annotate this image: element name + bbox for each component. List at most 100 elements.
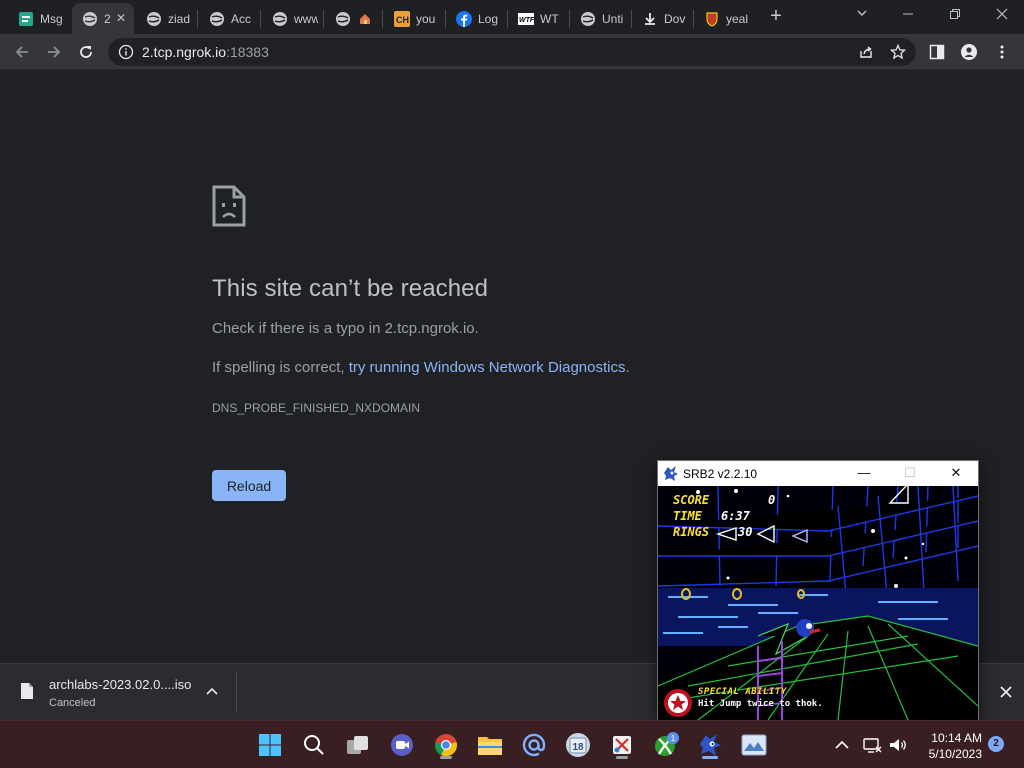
tab-you[interactable]: CH you <box>384 3 444 34</box>
task-view-icon <box>347 736 368 754</box>
folder-icon <box>478 737 502 755</box>
video-chat-icon <box>391 734 413 756</box>
restore-icon[interactable] <box>943 4 967 26</box>
windows-logo-icon <box>259 734 281 756</box>
taskbar-photos[interactable] <box>738 729 770 761</box>
error-message-typo: Check if there is a typo in 2.tcp.ngrok.… <box>212 320 479 337</box>
hud-time-label: TIME <box>673 509 702 523</box>
arrow-left-icon <box>15 46 28 58</box>
srb2-window-title: SRB2 v2.2.10 <box>683 467 758 481</box>
taskbar-calendar[interactable]: 18 <box>562 729 594 761</box>
wtf-icon: WTF <box>518 11 534 27</box>
taskbar-search[interactable] <box>298 729 330 761</box>
volume-icon[interactable] <box>888 735 908 755</box>
tab-acc[interactable]: Acc <box>199 3 259 34</box>
tab-divider <box>260 10 261 28</box>
close-window-icon[interactable] <box>990 4 1014 26</box>
game-viewport[interactable]: SCORE 0 TIME 6:37 RINGS 30 SPECIAL ABILI… <box>658 486 978 720</box>
globe-icon <box>580 11 596 27</box>
url-text[interactable]: 2.tcp.ngrok.io:18383 <box>142 44 269 60</box>
xbox-badge-count: 1 <box>671 734 676 743</box>
close-download-bar-icon[interactable] <box>998 684 1014 700</box>
srb2-maximize-icon[interactable]: ☐ <box>900 464 920 482</box>
hud-time-value: 6:37 <box>721 509 750 523</box>
tab-downloads[interactable]: Dov <box>632 3 692 34</box>
arrow-right-icon <box>48 46 61 58</box>
close-tab-icon[interactable]: ✕ <box>114 11 128 25</box>
reload-button[interactable]: Reload <box>212 470 286 501</box>
info-icon[interactable] <box>118 44 134 60</box>
xbox-icon: 1 <box>655 732 679 756</box>
tab-divider <box>382 10 383 28</box>
crest-icon <box>704 11 720 27</box>
taskbar-srb2[interactable] <box>694 729 726 761</box>
chevron-up-tray-icon[interactable] <box>832 735 852 755</box>
refresh-icon <box>80 46 92 58</box>
forward-button[interactable] <box>42 40 66 64</box>
tab-divider <box>197 10 198 28</box>
network-diagnostics-link[interactable]: try running Windows Network Diagnostics <box>349 359 626 376</box>
calendar-icon: 18 <box>566 733 590 757</box>
clock-date: 5/10/2023 <box>928 747 982 761</box>
tab-www[interactable]: www <box>262 3 322 34</box>
tab-home[interactable] <box>325 3 381 34</box>
new-tab-button[interactable]: + <box>766 6 786 27</box>
calendar-day-text: 18 <box>572 742 584 753</box>
tab-msg[interactable]: Msg <box>8 3 70 34</box>
task-view-button[interactable] <box>342 729 374 761</box>
chevron-up-icon[interactable] <box>204 684 220 700</box>
taskbar-snipping-tool[interactable] <box>606 729 638 761</box>
error-code: DNS_PROBE_FINISHED_NXDOMAIN <box>212 401 421 415</box>
snipping-tool-icon <box>613 736 631 754</box>
srb2-minimize-icon[interactable]: — <box>854 464 874 482</box>
error-title: This site can’t be reached <box>212 275 489 302</box>
bookmark-star-icon[interactable] <box>890 44 906 60</box>
profile-avatar-icon[interactable] <box>961 44 977 60</box>
taskbar-xbox[interactable]: 1 <box>650 729 682 761</box>
diagnostics-prefix: If spelling is correct, <box>212 359 349 376</box>
download-filename[interactable]: archlabs-2023.02.0....iso <box>49 677 191 692</box>
srb2-titlebar[interactable]: SRB2 v2.2.10 — ☐ ✕ <box>658 461 978 486</box>
srb2-window[interactable]: SRB2 v2.2.10 — ☐ ✕ SCORE 0 TIME 6:37 RIN… <box>657 460 979 720</box>
active-indicator <box>702 756 718 759</box>
notification-badge[interactable]: 2 <box>988 736 1004 752</box>
ability-title: SPECIAL ABILITY <box>698 687 787 697</box>
side-panel-icon[interactable] <box>929 44 945 60</box>
house-icon <box>357 11 373 27</box>
photos-icon <box>741 734 767 756</box>
chrome-icon <box>435 734 457 757</box>
error-message-diagnostics: If spelling is correct, try running Wind… <box>212 359 630 376</box>
ability-hint: Hit Jump twice to thok. <box>698 699 823 709</box>
tab-active[interactable]: 2 ✕ <box>72 3 134 34</box>
taskbar-chrome[interactable] <box>430 729 462 761</box>
browser-toolbar: 2.tcp.ngrok.io:18383 <box>0 34 1024 70</box>
taskbar-meet[interactable] <box>386 729 418 761</box>
tab-unti[interactable]: Unti <box>570 3 630 34</box>
reload-nav-button[interactable] <box>74 40 98 64</box>
tab-divider <box>323 10 324 28</box>
menu-kebab-icon[interactable] <box>994 44 1010 60</box>
tab-log[interactable]: Log <box>446 3 506 34</box>
address-bar[interactable]: 2.tcp.ngrok.io:18383 <box>108 38 916 66</box>
minimize-icon[interactable] <box>896 4 920 26</box>
tab-strip: Msg 2 ✕ ziad Acc www CH you Log WTF WT U… <box>0 0 1024 34</box>
hud-score-label: SCORE <box>673 493 710 507</box>
network-icon[interactable] <box>862 735 882 755</box>
tab-ziad[interactable]: ziad <box>136 3 196 34</box>
taskbar: 18 1 10:14 AM 5/10/2023 2 <box>0 720 1024 768</box>
globe-icon <box>272 11 288 27</box>
taskbar-explorer[interactable] <box>474 729 506 761</box>
start-button[interactable] <box>254 729 286 761</box>
download-divider <box>236 672 237 712</box>
back-button[interactable] <box>10 40 34 64</box>
facebook-icon <box>456 10 472 27</box>
sonic-icon <box>700 734 721 756</box>
globe-icon <box>82 11 98 27</box>
srb2-close-icon[interactable]: ✕ <box>946 464 966 482</box>
system-clock[interactable]: 10:14 AM 5/10/2023 <box>912 730 982 762</box>
tab-search-icon[interactable] <box>852 4 872 26</box>
share-icon[interactable] <box>858 44 874 60</box>
taskbar-mail[interactable] <box>518 729 550 761</box>
tab-wtf[interactable]: WTF WT <box>508 3 568 34</box>
tab-yeal[interactable]: yeal <box>694 3 754 34</box>
